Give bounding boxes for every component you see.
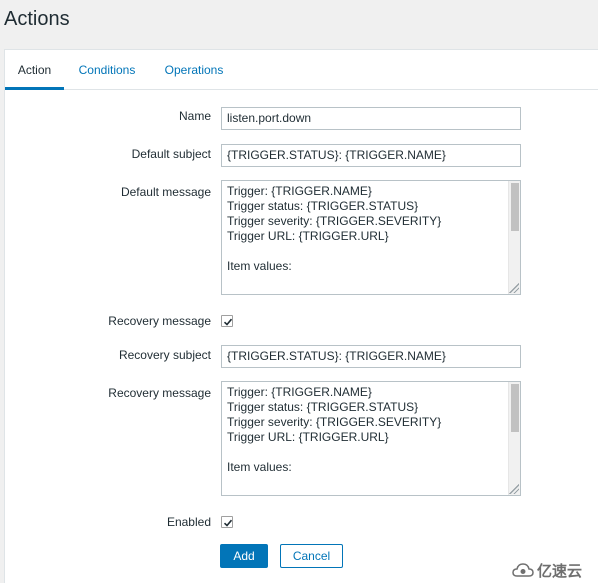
message-line: Trigger severity: {TRIGGER.SEVERITY}	[227, 214, 442, 228]
watermark-text: 亿速云	[536, 562, 582, 580]
message-line: Trigger: {TRIGGER.NAME}	[227, 184, 372, 198]
checkmark-icon	[223, 519, 233, 527]
scrollbar-thumb[interactable]	[511, 384, 519, 432]
recovery-message-scrollbar[interactable]	[508, 382, 520, 495]
message-line: Trigger URL: {TRIGGER.URL}	[227, 229, 389, 243]
resize-grip-icon[interactable]	[509, 283, 519, 293]
recovery-message-textarea[interactable]: Trigger: {TRIGGER.NAME} Trigger status: …	[221, 381, 521, 496]
name-label: Name	[178, 109, 211, 123]
resize-grip-icon[interactable]	[509, 484, 519, 494]
recovery-message-toggle-label: Recovery message	[108, 314, 211, 328]
default-message-label: Default message	[120, 185, 211, 199]
message-line: Trigger severity: {TRIGGER.SEVERITY}	[227, 415, 442, 429]
scrollbar-thumb[interactable]	[511, 183, 519, 231]
recovery-subject-input[interactable]: {TRIGGER.STATUS}: {TRIGGER.NAME}	[221, 345, 521, 368]
default-message-scrollbar[interactable]	[508, 181, 520, 294]
message-line	[227, 445, 502, 460]
message-line	[227, 274, 502, 289]
message-line: Trigger status: {TRIGGER.STATUS}	[227, 199, 419, 213]
enabled-checkbox[interactable]	[221, 516, 233, 528]
recovery-message-checkbox[interactable]	[221, 315, 233, 327]
tab-conditions[interactable]: Conditions	[77, 50, 137, 90]
recovery-subject-label: Recovery subject	[118, 348, 211, 362]
action-form-panel: Action Conditions Operations Name listen…	[4, 49, 598, 583]
message-line: Trigger: {TRIGGER.NAME}	[227, 385, 372, 399]
default-message-textarea[interactable]: Trigger: {TRIGGER.NAME} Trigger status: …	[221, 180, 521, 295]
message-line: Item values:	[227, 460, 292, 474]
message-line: Trigger URL: {TRIGGER.URL}	[227, 430, 389, 444]
message-line	[227, 244, 502, 259]
message-line	[227, 475, 502, 490]
message-line: Trigger status: {TRIGGER.STATUS}	[227, 400, 419, 414]
checkmark-icon	[223, 318, 233, 326]
watermark: 亿速云	[512, 560, 582, 580]
enabled-label: Enabled	[166, 515, 211, 529]
message-line: Item values:	[227, 259, 292, 273]
tab-action[interactable]: Action	[5, 50, 64, 90]
default-subject-label: Default subject	[131, 147, 211, 161]
add-button[interactable]: Add	[220, 544, 268, 568]
tab-bar: Action Conditions Operations	[5, 50, 598, 90]
name-input[interactable]: listen.port.down	[221, 107, 521, 130]
page-title: Actions	[4, 8, 70, 30]
cloud-logo-icon	[512, 563, 534, 577]
default-subject-input[interactable]: {TRIGGER.STATUS}: {TRIGGER.NAME}	[221, 144, 521, 167]
recovery-message-label: Recovery message	[108, 386, 211, 400]
tab-operations[interactable]: Operations	[163, 50, 225, 90]
cancel-button[interactable]: Cancel	[280, 544, 343, 568]
